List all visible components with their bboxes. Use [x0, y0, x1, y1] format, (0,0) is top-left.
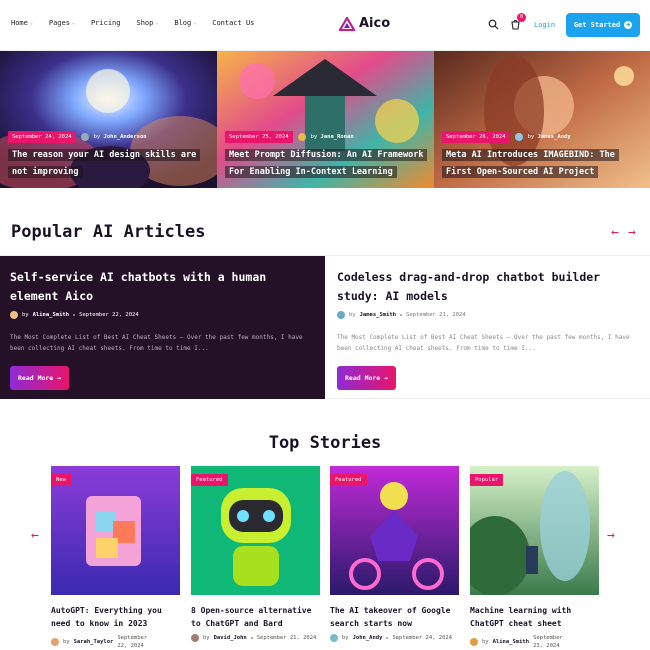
story-tag: New: [51, 474, 71, 486]
popular-card[interactable]: Codeless drag-and-drop chatbot builder s…: [327, 256, 650, 399]
nav-item-pages[interactable]: Pages ⌄: [49, 19, 75, 27]
author-name[interactable]: David_John: [214, 635, 247, 641]
story-card[interactable]: New AutoGPT: Everything you need to know…: [51, 466, 180, 650]
story-date: September 23, 2024: [533, 635, 563, 649]
chevron-down-icon: ⌄: [193, 20, 197, 26]
story-tag: Popular: [470, 474, 504, 486]
login-link[interactable]: Login: [534, 21, 555, 29]
story-title[interactable]: 8 Open-source alternative to ChatGPT and…: [191, 604, 320, 630]
card-title[interactable]: Self-service AI chatbots with a human el…: [10, 268, 315, 306]
avatar: [337, 311, 345, 319]
story-card[interactable]: Featured The AI takeover of Google searc…: [330, 466, 459, 642]
hero-date: September 26, 2024: [442, 131, 510, 143]
card-excerpt: The Most Complete List of Best AI Cheat …: [10, 334, 303, 352]
card-title[interactable]: Codeless drag-and-drop chatbot builder s…: [337, 268, 640, 306]
story-image[interactable]: Featured: [191, 466, 320, 595]
read-more-button[interactable]: Read More →: [337, 366, 397, 390]
arrow-right-icon: →: [57, 374, 62, 382]
arrow-right-icon[interactable]: →: [607, 528, 615, 543]
nav-item-pricing[interactable]: Pricing: [91, 19, 121, 27]
story-tag: Featured: [191, 474, 228, 486]
author-name[interactable]: Alina_Smith: [33, 312, 69, 318]
story-meta: by Alina_Smith September 23, 2024: [470, 634, 599, 650]
hero-meta: September 24, 2024 by John_Anderson: [8, 130, 147, 144]
arrow-right-icon[interactable]: →: [628, 225, 636, 240]
avatar: [297, 133, 306, 141]
search-icon[interactable]: [488, 19, 499, 30]
avatar: [514, 133, 523, 141]
avatar: [10, 311, 18, 319]
author-name[interactable]: James_Smith: [360, 312, 396, 318]
nav-item-home[interactable]: Home ⌄: [11, 19, 33, 27]
avatar: [191, 634, 199, 642]
nav-item-shop[interactable]: Shop ⌄: [136, 19, 158, 27]
hero-meta: September 25, 2024 by Jane_Ronan: [225, 130, 354, 144]
story-tag: Featured: [330, 474, 367, 486]
popular-card[interactable]: Self-service AI chatbots with a human el…: [0, 256, 325, 399]
main-nav: Home ⌄ Pages ⌄ Pricing Shop ⌄ Blog ⌄ Contact…: [11, 19, 254, 27]
section-title-top-stories: Top Stories: [268, 433, 382, 453]
nav-item-blog[interactable]: Blog ⌄: [174, 19, 196, 27]
author-name[interactable]: John_Andy: [353, 635, 383, 641]
nav-item-contact[interactable]: Contact Us: [212, 19, 254, 27]
card-meta: by James_Smith September 21, 2024: [337, 311, 640, 319]
logo-triangle-icon: [339, 16, 355, 31]
story-meta: by David_John September 21, 2024: [191, 634, 320, 642]
story-image[interactable]: New: [51, 466, 180, 595]
plus-icon: +: [624, 21, 633, 29]
arrow-left-icon[interactable]: ←: [31, 528, 39, 543]
site-header: Home ⌄ Pages ⌄ Pricing Shop ⌄ Blog ⌄ Contact…: [0, 0, 650, 51]
card-excerpt: The Most Complete List of Best AI Cheat …: [337, 334, 630, 352]
hero-card[interactable]: September 24, 2024 by John_Anderson The r…: [0, 51, 217, 188]
author-name[interactable]: James_Andy: [538, 134, 571, 140]
author-name[interactable]: Alina_Smith: [493, 639, 529, 645]
card-date: September 21, 2024: [406, 312, 466, 318]
chevron-down-icon: ⌄: [71, 20, 75, 26]
hero-card[interactable]: September 25, 2024 by Jane_Ronan Meet Pro…: [217, 51, 434, 188]
chevron-down-icon: ⌄: [29, 20, 33, 26]
story-date: September 24, 2024: [392, 635, 453, 641]
story-date: September 21, 2024: [256, 635, 317, 641]
avatar: [51, 638, 59, 646]
story-card[interactable]: Popular Machine learning with ChatGPT ch…: [470, 466, 599, 650]
hero-title[interactable]: Meet Prompt Diffusion: An AI Framework F…: [225, 147, 428, 181]
hero-date: September 24, 2024: [8, 131, 76, 143]
story-meta: by Sarah_Taylor September 22, 2024: [51, 634, 180, 650]
story-title[interactable]: Machine learning with ChatGPT cheat shee…: [470, 604, 599, 630]
site-logo[interactable]: Aico: [339, 16, 390, 31]
card-meta: by Alina_Smith September 22, 2024: [10, 311, 315, 319]
cart-count-badge: 0: [517, 13, 526, 22]
hero-card[interactable]: September 26, 2024 by James_Andy Meta AI …: [434, 51, 650, 188]
author-name[interactable]: Jane_Ronan: [321, 134, 354, 140]
author-name[interactable]: John_Anderson: [104, 134, 147, 140]
story-card[interactable]: Featured 8 Open-source alternative to Ch…: [191, 466, 320, 642]
avatar: [80, 133, 89, 141]
story-title[interactable]: AutoGPT: Everything you need to know in …: [51, 604, 180, 630]
story-title[interactable]: The AI takeover of Google search starts …: [330, 604, 459, 630]
hero-meta: September 26, 2024 by James_Andy: [442, 130, 571, 144]
section-title-popular: Popular AI Articles: [11, 222, 206, 242]
read-more-button[interactable]: Read More →: [10, 366, 70, 390]
hero-date: September 25, 2024: [225, 131, 293, 143]
hero-title[interactable]: Meta AI Introduces IMAGEBIND: The First …: [442, 147, 642, 181]
card-date: September 22, 2024: [79, 312, 139, 318]
story-image[interactable]: Featured: [330, 466, 459, 595]
arrow-right-icon: →: [384, 374, 389, 382]
get-started-button[interactable]: Get Started +: [566, 13, 640, 37]
avatar: [470, 638, 478, 646]
story-meta: by John_Andy September 24, 2024: [330, 634, 459, 642]
story-date: September 22, 2024: [117, 635, 148, 649]
author-name[interactable]: Sarah_Taylor: [74, 639, 114, 645]
story-image[interactable]: Popular: [470, 466, 599, 595]
avatar: [330, 634, 338, 642]
chevron-down-icon: ⌄: [155, 20, 159, 26]
arrow-left-icon[interactable]: ←: [611, 225, 619, 240]
hero-title[interactable]: The reason your AI design skills are not…: [8, 147, 208, 181]
